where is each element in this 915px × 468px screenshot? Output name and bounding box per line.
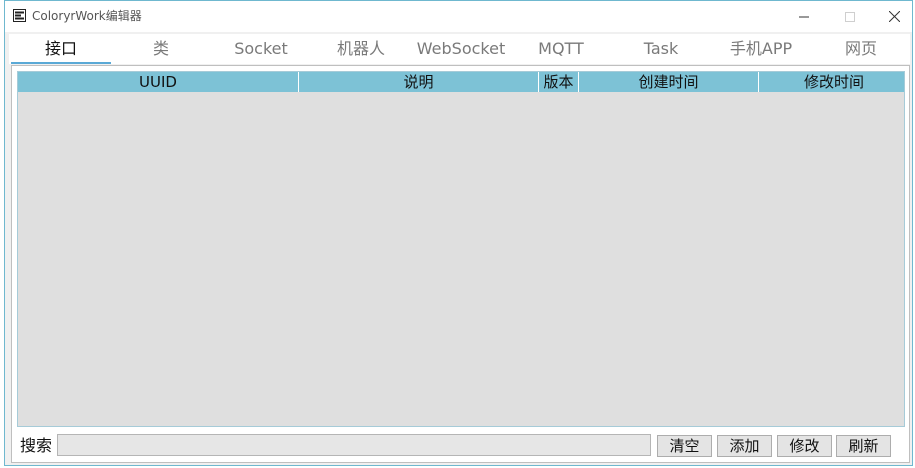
column-header-created-time[interactable]: 创建时间: [579, 72, 759, 92]
tab-content-panel: UUID 说明 版本 创建时间 修改时间 搜索 清空 添加 修改 刷新: [11, 65, 910, 463]
tab-bar: 接口 类 Socket 机器人 WebSocket MQTT Task 手机AP…: [9, 34, 910, 64]
refresh-button[interactable]: 刷新: [836, 435, 891, 457]
column-header-version[interactable]: 版本: [539, 72, 579, 92]
column-header-description[interactable]: 说明: [299, 72, 539, 92]
tab-webpage[interactable]: 网页: [811, 34, 911, 64]
app-icon: [13, 9, 26, 22]
tab-socket[interactable]: Socket: [211, 34, 311, 64]
tab-robot[interactable]: 机器人: [311, 34, 411, 64]
tab-mqtt[interactable]: MQTT: [511, 34, 611, 64]
minimize-button[interactable]: [781, 1, 827, 32]
title-bar[interactable]: ColoryrWork编辑器: [5, 1, 912, 32]
tab-mobile-app[interactable]: 手机APP: [711, 34, 811, 64]
column-header-modified-time[interactable]: 修改时间: [759, 72, 904, 92]
search-label: 搜索: [20, 436, 53, 455]
add-button[interactable]: 添加: [717, 435, 772, 457]
tab-interface[interactable]: 接口: [11, 34, 111, 64]
grid-header: UUID 说明 版本 创建时间 修改时间: [18, 72, 904, 92]
close-button[interactable]: [871, 1, 915, 32]
tab-task[interactable]: Task: [611, 34, 711, 64]
clear-button[interactable]: 清空: [657, 435, 712, 457]
app-window: ColoryrWork编辑器 接口 类 Socket 机器人 WebSocket…: [4, 0, 913, 466]
search-input[interactable]: [57, 434, 651, 456]
maximize-icon: [845, 11, 855, 22]
tab-websocket[interactable]: WebSocket: [411, 34, 511, 64]
search-bar: 搜索 清空 添加 修改 刷新: [12, 430, 909, 460]
column-header-uuid[interactable]: UUID: [18, 72, 299, 92]
edit-button[interactable]: 修改: [777, 435, 832, 457]
data-grid[interactable]: UUID 说明 版本 创建时间 修改时间: [17, 71, 905, 427]
maximize-button[interactable]: [827, 1, 873, 32]
tab-class[interactable]: 类: [111, 34, 211, 64]
minimize-icon: [799, 16, 809, 17]
window-title: ColoryrWork编辑器: [32, 9, 142, 23]
close-icon: [888, 11, 900, 22]
